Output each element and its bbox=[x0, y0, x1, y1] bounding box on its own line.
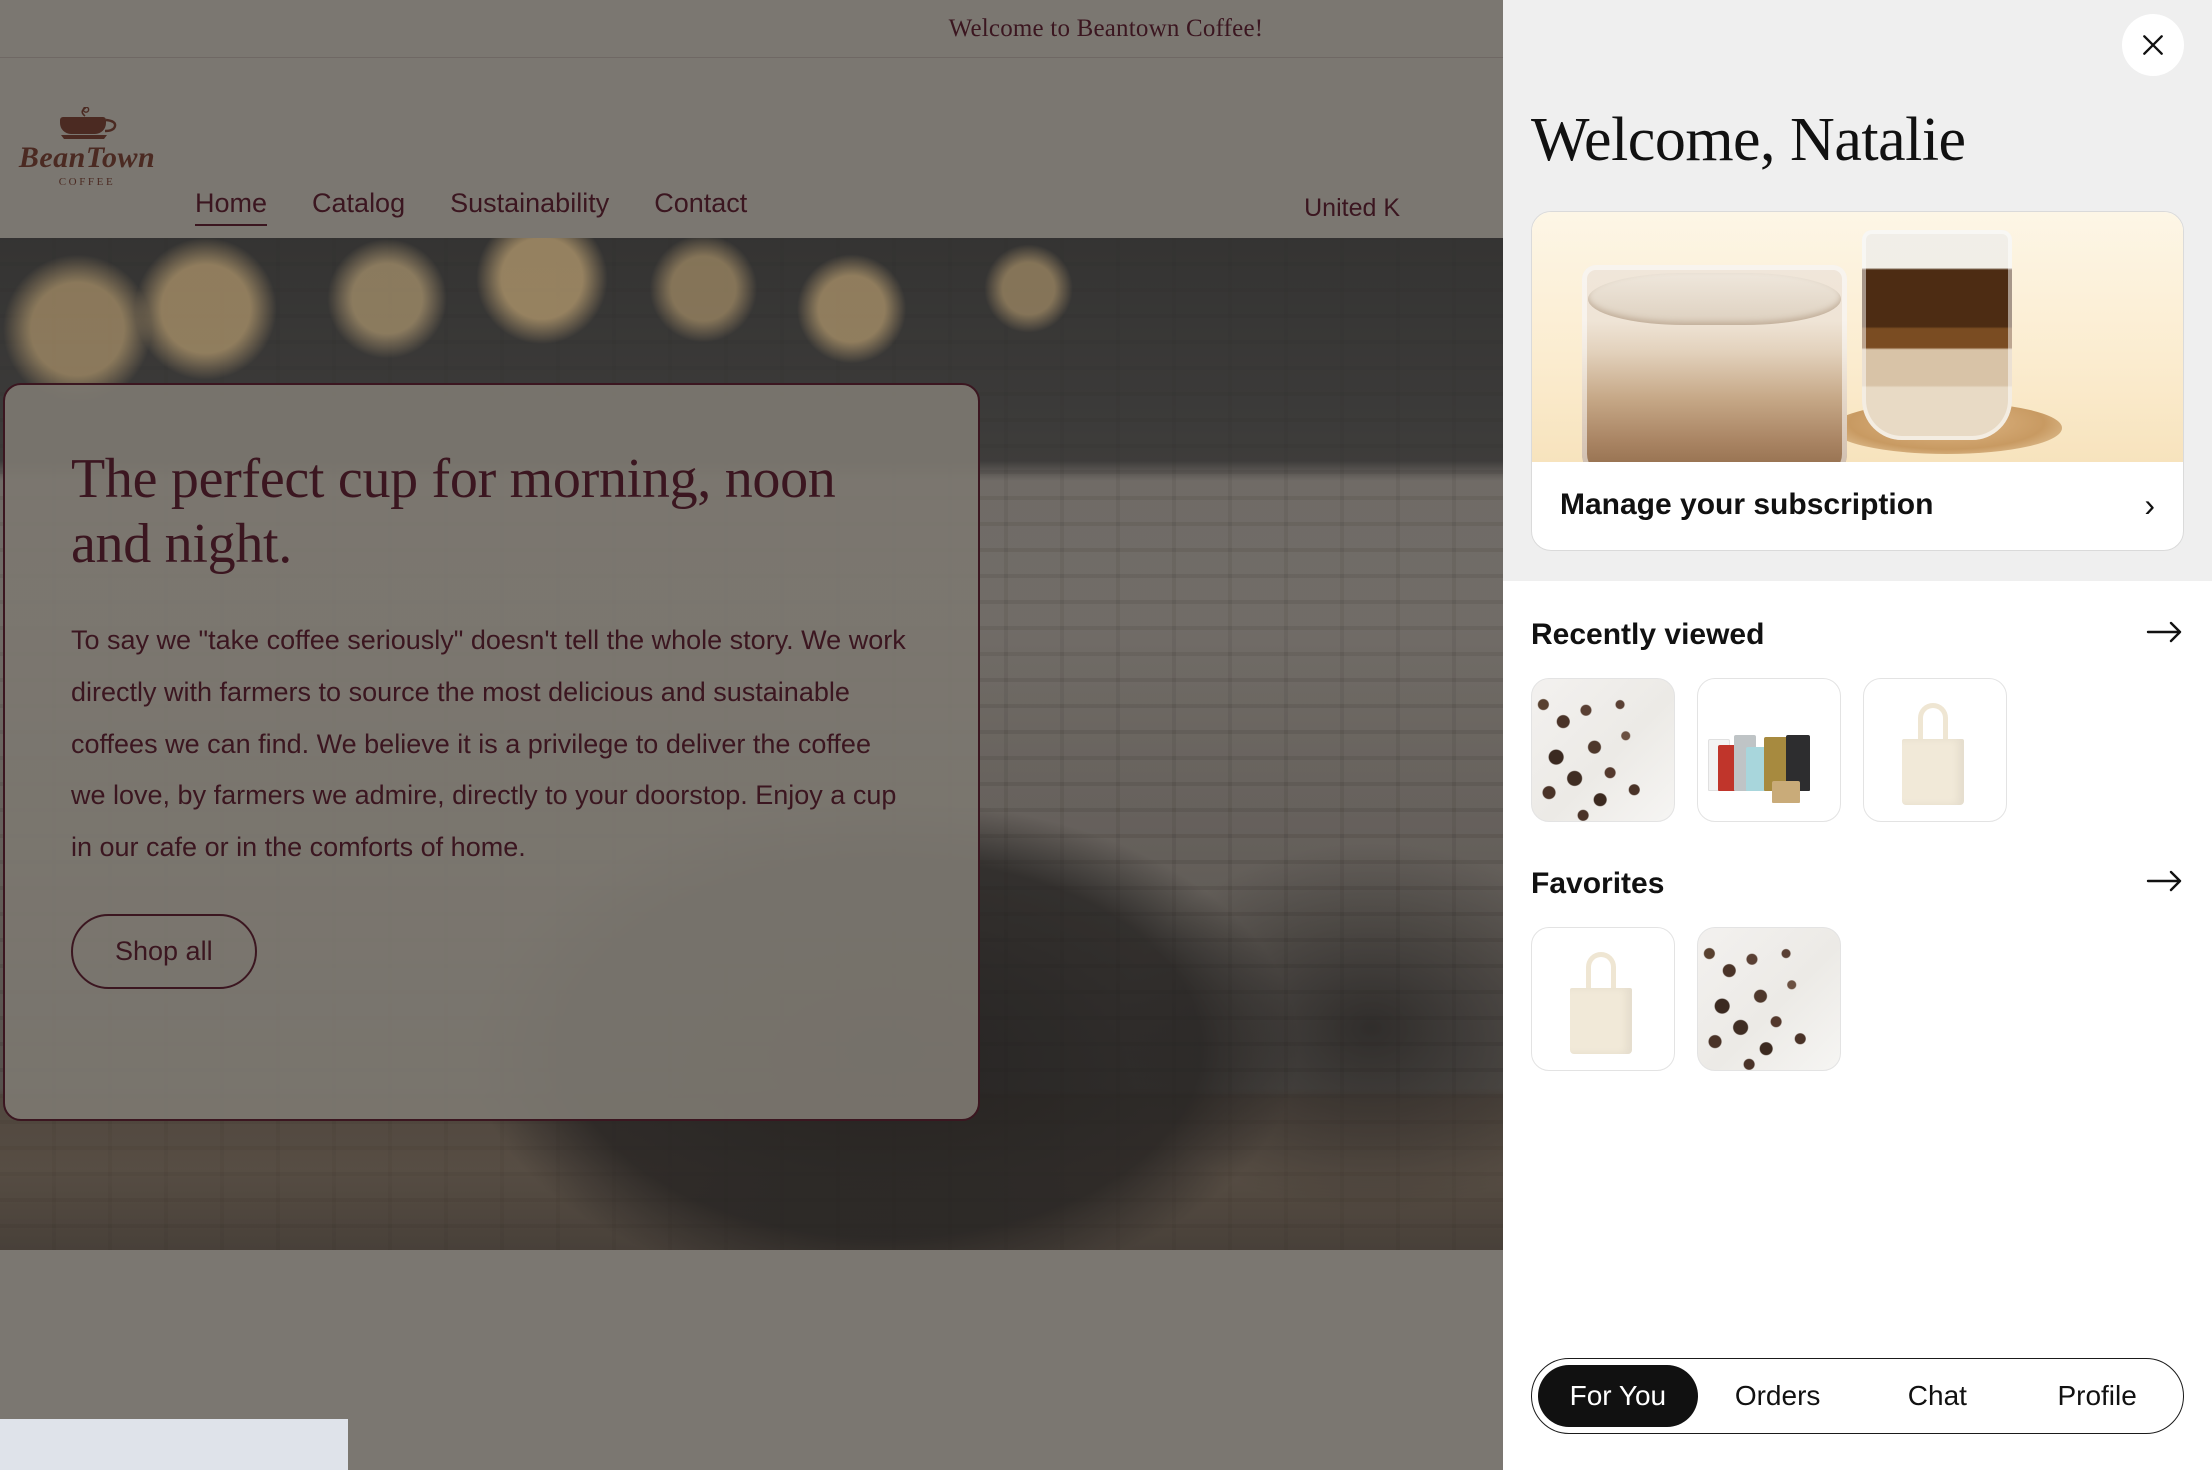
nav-item-catalog[interactable]: Catalog bbox=[312, 188, 405, 224]
manage-subscription-row[interactable]: Manage your subscription › bbox=[1532, 462, 2183, 550]
account-side-panel: Welcome, Natalie Manage your subscriptio… bbox=[1503, 0, 2212, 1470]
footer-placeholder-block bbox=[0, 1419, 348, 1470]
recently-viewed-list bbox=[1531, 678, 2184, 822]
cocoa-nibs-thumbnail[interactable] bbox=[1531, 678, 1675, 822]
hero-title: The perfect cup for morning, noon and ni… bbox=[71, 448, 836, 575]
iced-latte-glass-front bbox=[1582, 265, 1847, 462]
cocoa-nibs-thumbnail[interactable] bbox=[1697, 927, 1841, 1071]
tab-chat[interactable]: Chat bbox=[1858, 1365, 2018, 1427]
tote-body bbox=[1570, 988, 1632, 1054]
iced-coffee-glass-tall bbox=[1862, 230, 2012, 440]
manage-subscription-card[interactable]: Manage your subscription › bbox=[1531, 211, 2184, 551]
hero-body-text: To say we "take coffee seriously" doesn'… bbox=[71, 624, 906, 863]
favorites-header[interactable]: Favorites bbox=[1531, 866, 2184, 901]
logo-subtitle: COFFEE bbox=[58, 176, 116, 188]
arrow-right-icon[interactable] bbox=[2146, 617, 2184, 652]
coffee-cup-icon bbox=[55, 105, 119, 141]
favorites-list bbox=[1531, 927, 2184, 1071]
locale-selector[interactable]: United K bbox=[1304, 194, 1400, 223]
nav-item-home[interactable]: Home bbox=[195, 188, 268, 226]
logo-wordmark: BeanTown bbox=[18, 141, 156, 174]
screen: Welcome to Beantown Coffee! BeanTown COF… bbox=[0, 0, 2212, 1470]
site-logo[interactable]: BeanTown COFFEE bbox=[12, 96, 162, 188]
chevron-right-icon: › bbox=[2144, 487, 2155, 523]
panel-tabbar-wrap: For You Orders Chat Profile bbox=[1503, 1358, 2212, 1470]
shop-all-button[interactable]: Shop all bbox=[71, 914, 257, 990]
coffee-bags-thumbnail[interactable] bbox=[1697, 678, 1841, 822]
tab-for-you[interactable]: For You bbox=[1538, 1365, 1698, 1427]
arrow-right-icon[interactable] bbox=[2146, 866, 2184, 901]
panel-content: Recently viewed Favorites bbox=[1503, 581, 2212, 1358]
tab-orders[interactable]: Orders bbox=[1698, 1365, 1858, 1427]
tote-bag-thumbnail[interactable] bbox=[1863, 678, 2007, 822]
panel-title: Welcome, Natalie bbox=[1531, 106, 1966, 174]
recently-viewed-title: Recently viewed bbox=[1531, 617, 1765, 651]
panel-tabbar: For You Orders Chat Profile bbox=[1531, 1358, 2184, 1434]
announcement-text: Welcome to Beantown Coffee! bbox=[948, 14, 1264, 42]
manage-subscription-label: Manage your subscription bbox=[1560, 488, 1934, 521]
favorites-title: Favorites bbox=[1531, 866, 1665, 900]
close-icon[interactable] bbox=[2122, 14, 2184, 76]
tote-bag-thumbnail[interactable] bbox=[1531, 927, 1675, 1071]
main-nav: Home Catalog Sustainability Contact bbox=[195, 188, 792, 226]
iced-latte-photo bbox=[1532, 212, 2183, 462]
recently-viewed-header[interactable]: Recently viewed bbox=[1531, 617, 2184, 652]
tote-body bbox=[1902, 739, 1964, 805]
tab-profile[interactable]: Profile bbox=[2017, 1365, 2177, 1427]
nav-item-sustainability[interactable]: Sustainability bbox=[450, 188, 609, 224]
nav-item-contact[interactable]: Contact bbox=[654, 188, 747, 224]
hero-content-card: The perfect cup for morning, noon and ni… bbox=[3, 383, 980, 1121]
